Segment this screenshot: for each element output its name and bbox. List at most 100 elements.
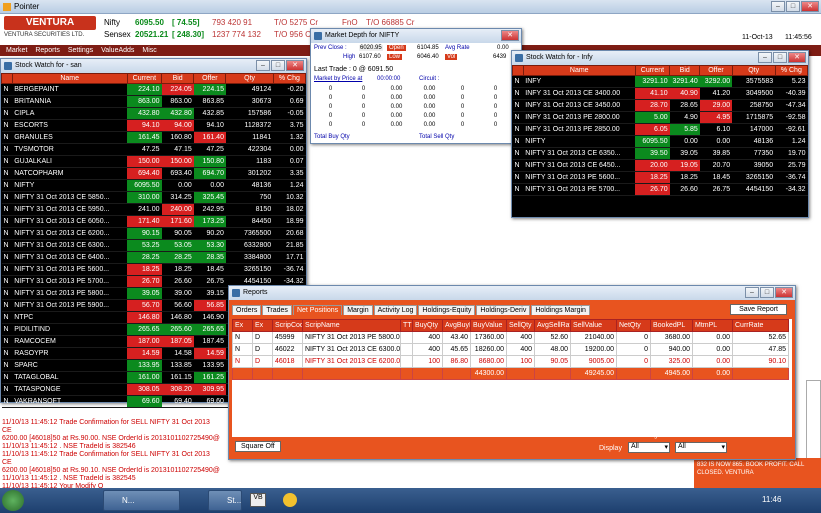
table-row[interactable]: N NIFTY 31 Oct 2013 CE 6300... 53.25 53.05 5… <box>1 239 306 252</box>
table-row[interactable]: N INFY 31 Oct 2013 PE 2800.00 5.00 4.90 4.95… <box>512 111 808 124</box>
table-row[interactable]: N BERGEPAINT 224.10 224.05 224.15 49124 -0.20 <box>1 83 306 96</box>
column-header[interactable]: % Chg <box>774 65 809 76</box>
column-header[interactable]: Bid <box>161 73 195 84</box>
column-header[interactable]: BuyValue <box>470 319 507 332</box>
table-row[interactable]: N NIFTY 31 Oct 2013 PE 5600... 18.25 18.25 1… <box>1 263 306 276</box>
column-header[interactable]: SellQty <box>506 319 535 332</box>
column-header[interactable]: MtmPL <box>692 319 733 332</box>
maximize-icon[interactable]: □ <box>773 52 787 63</box>
taskbar-item-n[interactable]: N... <box>103 490 180 511</box>
table-row[interactable]: N NIFTY 6095.50 0.00 0.00 48136 1.24 <box>512 135 808 148</box>
table-row[interactable]: N NATCOPHARM 694.40 693.40 694.70 301202 3.35 <box>1 167 306 180</box>
table-row[interactable]: N D 46018 NIFTY 31 Oct 2013 CE 6200.0 100 86.… <box>232 355 789 368</box>
table-row[interactable]: N NIFTY 31 Oct 2013 CE 5950... 241.00 240.0… <box>1 203 306 216</box>
table-row[interactable]: N GRANULES 161.45 160.80 161.40 11841 1.32 <box>1 131 306 144</box>
menu-settings[interactable]: Settings <box>68 47 93 54</box>
table-row[interactable]: N CIPLA 432.80 432.80 432.85 157586 -0.05 <box>1 107 306 120</box>
table-row[interactable]: N NIFTY 6095.50 0.00 0.00 48136 1.24 <box>1 179 306 192</box>
stock-watch-san-titlebar[interactable]: Stock Watch for - san – □ ✕ <box>1 59 306 73</box>
total-cell <box>506 367 535 380</box>
column-header[interactable]: AvgBuyR <box>442 319 471 332</box>
table-cell: N <box>1 371 13 384</box>
column-header[interactable]: ScripCode <box>272 319 303 332</box>
column-header[interactable]: % Chg <box>272 73 307 84</box>
tab-margin[interactable]: Margin <box>343 305 373 315</box>
table-row[interactable]: N GUJALKALI 150.00 150.00 150.80 1183 0.07 <box>1 155 306 168</box>
vb-icon[interactable]: VB <box>250 493 266 507</box>
close-icon[interactable]: ✕ <box>501 30 519 41</box>
column-header[interactable]: Name <box>11 73 128 84</box>
tab-trades[interactable]: Trades <box>262 305 292 315</box>
tab-holdings-equity[interactable]: Holdings-Equity <box>418 305 476 315</box>
maximize-icon[interactable]: □ <box>786 1 800 12</box>
market-depth-titlebar[interactable]: Market Depth for NIFTY ✕ <box>311 29 521 43</box>
table-row[interactable]: N INFY 31 Oct 2013 CE 3400.00 41.10 40.90 41… <box>512 87 808 100</box>
table-row[interactable]: N NIFTY 31 Oct 2013 CE 6200... 90.15 90.05 9… <box>1 227 306 240</box>
column-header[interactable]: Qty <box>225 73 274 84</box>
column-header[interactable]: Current <box>126 73 163 84</box>
column-header[interactable]: Offer <box>193 73 227 84</box>
menu-valueadds[interactable]: ValueAdds <box>101 47 134 54</box>
maximize-icon[interactable]: □ <box>760 287 774 298</box>
minimize-icon[interactable]: – <box>745 287 759 298</box>
column-header[interactable]: CurrRate <box>732 319 789 332</box>
tab-net-positions[interactable]: Net Positions <box>292 305 343 315</box>
stock-watch-infy-titlebar[interactable]: Stock Watch for - Infy – □ ✕ <box>512 51 808 65</box>
column-header[interactable] <box>1 73 13 84</box>
taskbar-item-st[interactable]: St... <box>208 490 242 511</box>
tab-orders[interactable]: Orders <box>232 305 262 315</box>
table-row[interactable]: N NIFTY 31 Oct 2013 CE 6450... 20.00 19.05 2… <box>512 159 808 172</box>
reports-titlebar[interactable]: Reports – □ ✕ <box>229 286 795 300</box>
tab-holdings-margin[interactable]: Holdings Margin <box>531 305 590 315</box>
table-row[interactable]: N BRITANNIA 863.00 863.00 863.85 30673 0.69 <box>1 95 306 108</box>
table-row[interactable]: N INFY 31 Oct 2013 PE 2850.00 6.05 5.85 6.10… <box>512 123 808 136</box>
square-off-button[interactable]: Square Off <box>235 441 281 452</box>
table-row[interactable]: N D 46022 NIFTY 31 Oct 2013 CE 6300.0 400 45.… <box>232 343 789 356</box>
column-header[interactable]: Qty <box>731 65 776 76</box>
menu-market[interactable]: Market <box>6 47 27 54</box>
column-header[interactable]: Current <box>634 65 671 76</box>
column-header[interactable]: TT <box>400 319 413 332</box>
column-header[interactable]: BookedPL <box>650 319 693 332</box>
column-header[interactable]: Name <box>522 65 636 76</box>
table-row[interactable]: N D 45999 NIFTY 31 Oct 2013 PE 5800.0 400 43.… <box>232 331 789 344</box>
maximize-icon[interactable]: □ <box>271 60 285 71</box>
close-icon[interactable]: ✕ <box>286 60 304 71</box>
menu-reports[interactable]: Reports <box>35 47 60 54</box>
table-row[interactable]: N NIFTY 31 Oct 2013 CE 6400... 28.25 28.25 2… <box>1 251 306 264</box>
instrument-select[interactable]: All ▾ <box>675 442 727 453</box>
column-header[interactable]: AvgSellRat <box>534 319 571 332</box>
tab-activity-log[interactable]: Activity Log <box>373 305 418 315</box>
table-row[interactable]: N NIFTY 31 Oct 2013 PE 5600... 18.25 18.25 1… <box>512 171 808 184</box>
table-row[interactable]: N NIFTY 31 Oct 2013 CE 6350... 39.50 39.05 3… <box>512 147 808 160</box>
column-header[interactable]: NetQty <box>616 319 651 332</box>
market-by-price-link[interactable]: Market by Price at <box>314 76 362 82</box>
table-row[interactable]: N ESCORTS 94.10 94.00 94.10 1128372 3.75 <box>1 119 306 132</box>
start-button[interactable] <box>2 490 24 511</box>
column-header[interactable]: ScripName <box>302 319 401 332</box>
minimize-icon[interactable]: – <box>256 60 270 71</box>
tab-holdings-deriv[interactable]: Holdings-Deriv <box>476 305 531 315</box>
table-row[interactable]: N NIFTY 31 Oct 2013 CE 5850... 310.00 314.2… <box>1 191 306 204</box>
minimize-icon[interactable]: – <box>758 52 772 63</box>
column-header[interactable]: Ex <box>232 319 253 332</box>
column-header[interactable]: Offer <box>699 65 733 76</box>
column-header[interactable]: SellValue <box>570 319 617 332</box>
close-icon[interactable]: ✕ <box>801 1 819 12</box>
table-row[interactable]: N NIFTY 31 Oct 2013 CE 6050... 171.40 171.6… <box>1 215 306 228</box>
column-header[interactable]: BuyQty <box>412 319 443 332</box>
column-header[interactable] <box>512 65 524 76</box>
minimize-icon[interactable]: – <box>771 1 785 12</box>
close-icon[interactable]: ✕ <box>788 52 806 63</box>
save-report-button[interactable]: Save Report <box>730 304 787 315</box>
menu-misc[interactable]: Misc <box>142 47 156 54</box>
column-header[interactable]: Bid <box>669 65 701 76</box>
table-row[interactable]: N INFY 31 Oct 2013 CE 3450.00 28.70 28.65 29… <box>512 99 808 112</box>
column-header[interactable]: Ex <box>252 319 273 332</box>
smiley-icon[interactable] <box>283 493 297 507</box>
close-icon[interactable]: ✕ <box>775 287 793 298</box>
table-row[interactable]: N NIFTY 31 Oct 2013 PE 5700... 26.70 26.60 2… <box>512 183 808 196</box>
table-row[interactable]: N TVSMOTOR 47.25 47.15 47.25 422304 0.00 <box>1 143 306 156</box>
table-row[interactable]: N INFY 3291.10 3291.40 3292.00 3575583 5.23 <box>512 75 808 88</box>
exchange-select[interactable]: All ▾ <box>628 442 670 453</box>
